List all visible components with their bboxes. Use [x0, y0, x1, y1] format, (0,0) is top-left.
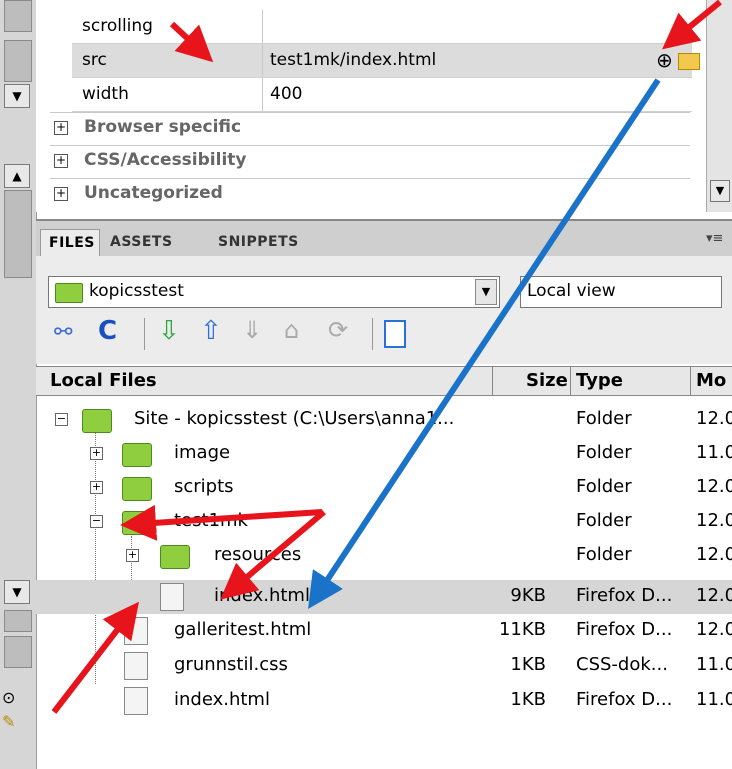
red-arrow — [169, 21, 214, 63]
red-arrow — [662, 0, 722, 50]
red-arrow — [120, 504, 323, 541]
red-arrow — [220, 509, 326, 600]
blue-arrow — [308, 78, 661, 610]
annotation-overlay — [51, 0, 722, 714]
red-arrow — [51, 601, 139, 714]
